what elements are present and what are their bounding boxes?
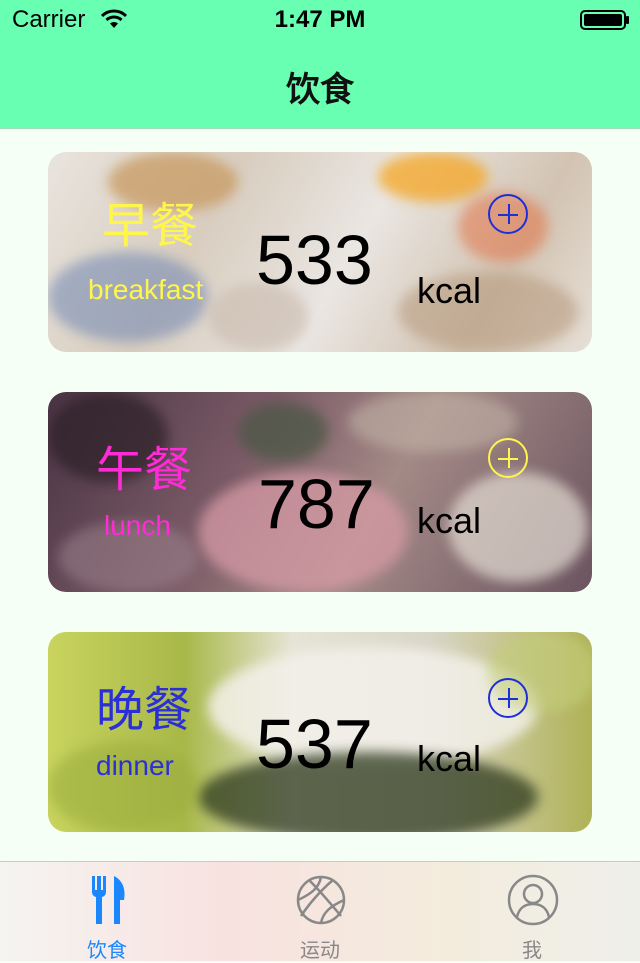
tab-me[interactable]: 我 [472,862,592,962]
fork-knife-icon [91,876,125,924]
basketball-icon [296,875,346,925]
status-time: 1:47 PM [274,6,366,33]
kcal-value: 537 [256,705,373,783]
tab-exercise[interactable]: 运动 [260,862,380,962]
page-title: 饮食 [286,71,354,109]
kcal-unit: kcal [417,270,482,311]
kcal-unit: kcal [417,500,482,541]
meal-name-en: lunch [104,510,171,541]
add-dinner-button[interactable] [488,678,528,718]
add-lunch-button[interactable] [488,438,528,478]
navigation-bar: 饮食 [0,40,640,129]
tab-label: 运动 [300,940,340,962]
kcal-value: 533 [256,221,373,299]
tab-diet[interactable]: 饮食 [47,862,167,962]
meal-name-cn: 午餐 [96,444,193,497]
kcal-unit: kcal [417,738,482,779]
tab-label: 饮食 [87,940,127,962]
meal-name-cn: 早餐 [102,200,199,253]
tab-label: 我 [522,940,542,962]
battery-icon [580,10,629,30]
meal-name-en: dinner [96,750,174,781]
dinner-card[interactable]: 晚餐 dinner 537 kcal [48,632,592,832]
tab-bar: 饮食 运动 我 [0,861,640,962]
lunch-card[interactable]: 午餐 lunch 787 kcal [48,392,592,592]
status-bar: Carrier 1:47 PM [0,0,640,40]
breakfast-card[interactable]: 早餐 breakfast 533 kcal [48,152,592,352]
add-breakfast-button[interactable] [488,194,528,234]
meal-name-cn: 晚餐 [96,684,193,737]
kcal-value: 787 [258,465,375,543]
meal-name-en: breakfast [88,274,204,305]
person-icon [507,874,559,926]
